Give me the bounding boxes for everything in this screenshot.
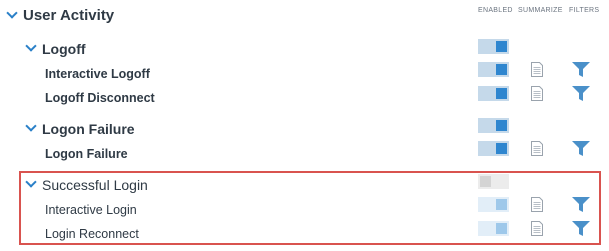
summarize-doc-icon[interactable] bbox=[531, 197, 543, 212]
summarize-doc-icon[interactable] bbox=[531, 86, 543, 101]
group-label: Logon Failure bbox=[42, 121, 135, 137]
summarize-doc-icon[interactable] bbox=[531, 221, 543, 236]
toggle-knob bbox=[496, 120, 507, 131]
column-header-filters: FILTERS bbox=[569, 7, 600, 14]
column-header-summarize: SUMMARIZE bbox=[518, 7, 563, 14]
enabled-toggle[interactable] bbox=[478, 39, 509, 54]
enabled-toggle[interactable] bbox=[478, 86, 509, 101]
toggle-knob bbox=[496, 41, 507, 52]
enabled-toggle[interactable] bbox=[478, 141, 509, 156]
item-label: Logon Failure bbox=[45, 147, 128, 161]
enabled-toggle[interactable] bbox=[478, 174, 509, 189]
group-label: Logoff bbox=[42, 41, 86, 57]
chevron-down-icon[interactable] bbox=[25, 40, 37, 52]
chevron-down-icon[interactable] bbox=[25, 120, 37, 132]
toggle-knob bbox=[496, 88, 507, 99]
toggle-knob bbox=[480, 176, 491, 187]
column-header-enabled: ENABLED bbox=[478, 7, 513, 14]
filter-funnel-icon[interactable] bbox=[572, 62, 590, 77]
filter-funnel-icon[interactable] bbox=[572, 221, 590, 236]
enabled-toggle[interactable] bbox=[478, 197, 509, 212]
toggle-knob bbox=[496, 223, 507, 234]
summarize-doc-icon[interactable] bbox=[531, 141, 543, 156]
toggle-knob bbox=[496, 143, 507, 154]
group-label: Successful Login bbox=[42, 177, 148, 193]
item-label: Interactive Login bbox=[45, 203, 137, 217]
chevron-down-icon[interactable] bbox=[25, 176, 37, 188]
filter-funnel-icon[interactable] bbox=[572, 141, 590, 156]
chevron-down-icon[interactable] bbox=[6, 7, 18, 19]
item-label: Login Reconnect bbox=[45, 227, 139, 241]
enabled-toggle[interactable] bbox=[478, 221, 509, 236]
toggle-knob bbox=[496, 199, 507, 210]
item-label: Logoff Disconnect bbox=[45, 91, 155, 105]
toggle-knob bbox=[496, 64, 507, 75]
filter-funnel-icon[interactable] bbox=[572, 86, 590, 101]
enabled-toggle[interactable] bbox=[478, 62, 509, 77]
summarize-doc-icon[interactable] bbox=[531, 62, 543, 77]
filter-funnel-icon[interactable] bbox=[572, 197, 590, 212]
section-title: User Activity bbox=[23, 7, 115, 24]
item-label: Interactive Logoff bbox=[45, 67, 150, 81]
enabled-toggle[interactable] bbox=[478, 118, 509, 133]
